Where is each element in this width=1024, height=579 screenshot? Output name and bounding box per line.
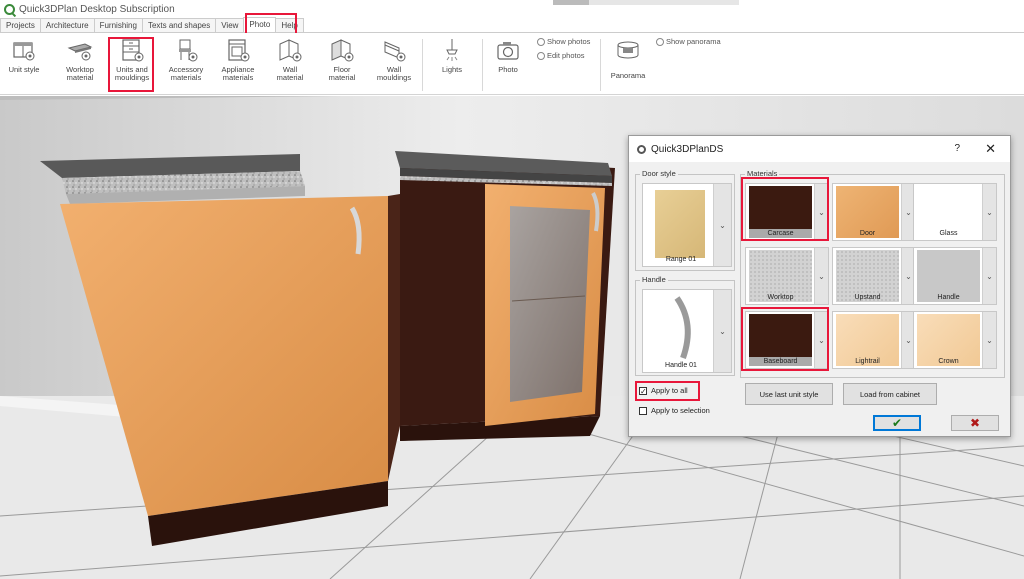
dialog-logo-icon [637, 144, 646, 154]
material-worktop[interactable]: ⌄ Worktop [745, 247, 829, 305]
accessory-materials-label: Accessory materials [168, 65, 204, 82]
chevron-down-icon[interactable]: ⌄ [982, 312, 996, 368]
material-lightrail-label: Lightrail [855, 358, 880, 365]
tab-architecture[interactable]: Architecture [39, 18, 95, 32]
appliance-materials-button[interactable]: Appliance materials [216, 37, 260, 82]
tab-projects[interactable]: Projects [0, 18, 41, 32]
panorama-button[interactable]: Panorama [608, 37, 648, 80]
edit-photos-radio[interactable]: Edit photos [537, 51, 585, 60]
wall-mouldings-button[interactable]: Wall mouldings [374, 37, 414, 82]
dialog-title-bar: Quick3DPlanDS ? ✕ [629, 136, 1010, 162]
carcase-highlight [741, 177, 829, 241]
ribbon-separator [600, 39, 601, 91]
tab-furnishing[interactable]: Furnishing [93, 18, 143, 32]
handle-group: Handle ⌄ Handle 01 [635, 275, 735, 376]
radio-circle-icon [537, 37, 545, 46]
ok-button[interactable]: ✔ [873, 415, 921, 431]
floor-material-button[interactable]: Floor material [324, 37, 360, 82]
unit-style-label: Unit style [8, 65, 40, 74]
lamp-icon [439, 37, 465, 63]
baseboard-highlight [741, 307, 829, 371]
appliance-materials-label: Appliance materials [221, 65, 255, 82]
app-logo-icon [4, 3, 15, 15]
door-style-selector[interactable]: ⌄ Range 01 [642, 183, 732, 267]
chevron-down-icon[interactable]: ⌄ [713, 290, 731, 372]
menu-tabs: Projects Architecture Furnishing Texts a… [0, 17, 1024, 33]
door-style-label: Door style [640, 169, 678, 178]
show-photos-label: Show photos [547, 37, 591, 46]
show-panorama-radio[interactable]: Show panorama [656, 37, 721, 46]
lights-label: Lights [441, 65, 462, 74]
tab-texts-and-shapes[interactable]: Texts and shapes [141, 18, 217, 32]
door-style-value: Range 01 [665, 256, 697, 263]
apply-to-selection-label: Apply to selection [651, 406, 710, 415]
wall-icon [277, 37, 303, 63]
app-title: Quick3DPlan Desktop Subscription [19, 3, 175, 15]
material-handle[interactable]: ⌄ Handle [913, 247, 997, 305]
floor-icon [329, 37, 355, 63]
material-door[interactable]: ⌄ Door [832, 183, 916, 241]
checkbox-empty-icon [639, 406, 647, 415]
worktop-icon [67, 37, 93, 63]
worktop-material-label: Worktop material [66, 65, 94, 82]
material-glass[interactable]: ⌄ Glass [913, 183, 997, 241]
panorama-label: Panorama [610, 71, 646, 80]
handle-value: Handle 01 [665, 362, 697, 369]
photo-button[interactable]: Photo [492, 37, 524, 74]
load-from-cabinet-button[interactable]: Load from cabinet [843, 383, 937, 405]
units-mouldings-highlight [108, 37, 154, 92]
show-photos-radio[interactable]: Show photos [537, 37, 590, 46]
use-last-unit-style-button[interactable]: Use last unit style [745, 383, 833, 405]
photo-label: Photo [498, 65, 518, 74]
panorama-icon [615, 37, 641, 63]
apply-to-selection-checkbox[interactable]: Apply to selection [639, 406, 710, 415]
handle-selector[interactable]: ⌄ Handle 01 [642, 289, 732, 373]
unit-style-button[interactable]: Unit style [4, 37, 44, 74]
ribbon-separator [422, 39, 423, 91]
material-crown-label: Crown [938, 358, 959, 365]
handle-label: Handle [640, 275, 668, 284]
tab-view[interactable]: View [215, 18, 245, 32]
moulding-icon [381, 37, 407, 63]
radio-circle-icon [537, 51, 545, 60]
show-panorama-label: Show panorama [666, 37, 721, 46]
worktop-material-button[interactable]: Worktop material [56, 37, 104, 82]
material-glass-label: Glass [939, 230, 958, 237]
floor-material-label: Floor material [328, 65, 356, 82]
edit-photos-label: Edit photos [547, 51, 585, 60]
material-lightrail[interactable]: ⌄ Lightrail [832, 311, 916, 369]
door-style-thumbnail [655, 190, 705, 258]
material-upstand[interactable]: ⌄ Upstand [832, 247, 916, 305]
help-icon[interactable]: ? [954, 143, 960, 154]
lights-button[interactable]: Lights [436, 37, 468, 74]
apply-to-all-highlight [635, 381, 700, 401]
handle-thumbnail [651, 294, 707, 362]
unit-style-icon [11, 37, 37, 63]
material-door-label: Door [859, 230, 876, 237]
material-upstand-label: Upstand [854, 294, 881, 301]
wall-mouldings-label: Wall mouldings [376, 65, 412, 82]
chair-icon [173, 37, 199, 63]
chevron-down-icon[interactable]: ⌄ [982, 248, 996, 304]
ribbon-separator [482, 39, 483, 91]
accessory-materials-button[interactable]: Accessory materials [164, 37, 208, 82]
title-bar: Quick3DPlan Desktop Subscription [0, 0, 1024, 18]
material-handle-label: Handle [937, 294, 960, 301]
close-icon[interactable]: ✕ [985, 141, 996, 157]
titlebar-widget-2 [589, 0, 739, 5]
wall-material-label: Wall material [276, 65, 304, 82]
door-style-group: Door style ⌄ Range 01 [635, 169, 735, 271]
camera-icon [495, 37, 521, 63]
oven-icon [225, 37, 251, 63]
material-crown[interactable]: ⌄ Crown [913, 311, 997, 369]
titlebar-widget [553, 0, 589, 5]
cancel-button[interactable]: ✖ [951, 415, 999, 431]
chevron-down-icon[interactable]: ⌄ [713, 184, 731, 266]
chevron-down-icon[interactable]: ⌄ [814, 248, 828, 304]
material-worktop-label: Worktop [767, 294, 794, 301]
chevron-down-icon[interactable]: ⌄ [982, 184, 996, 240]
radio-circle-icon [656, 37, 664, 46]
dialog-title: Quick3DPlanDS [651, 143, 724, 155]
wall-material-button[interactable]: Wall material [272, 37, 308, 82]
